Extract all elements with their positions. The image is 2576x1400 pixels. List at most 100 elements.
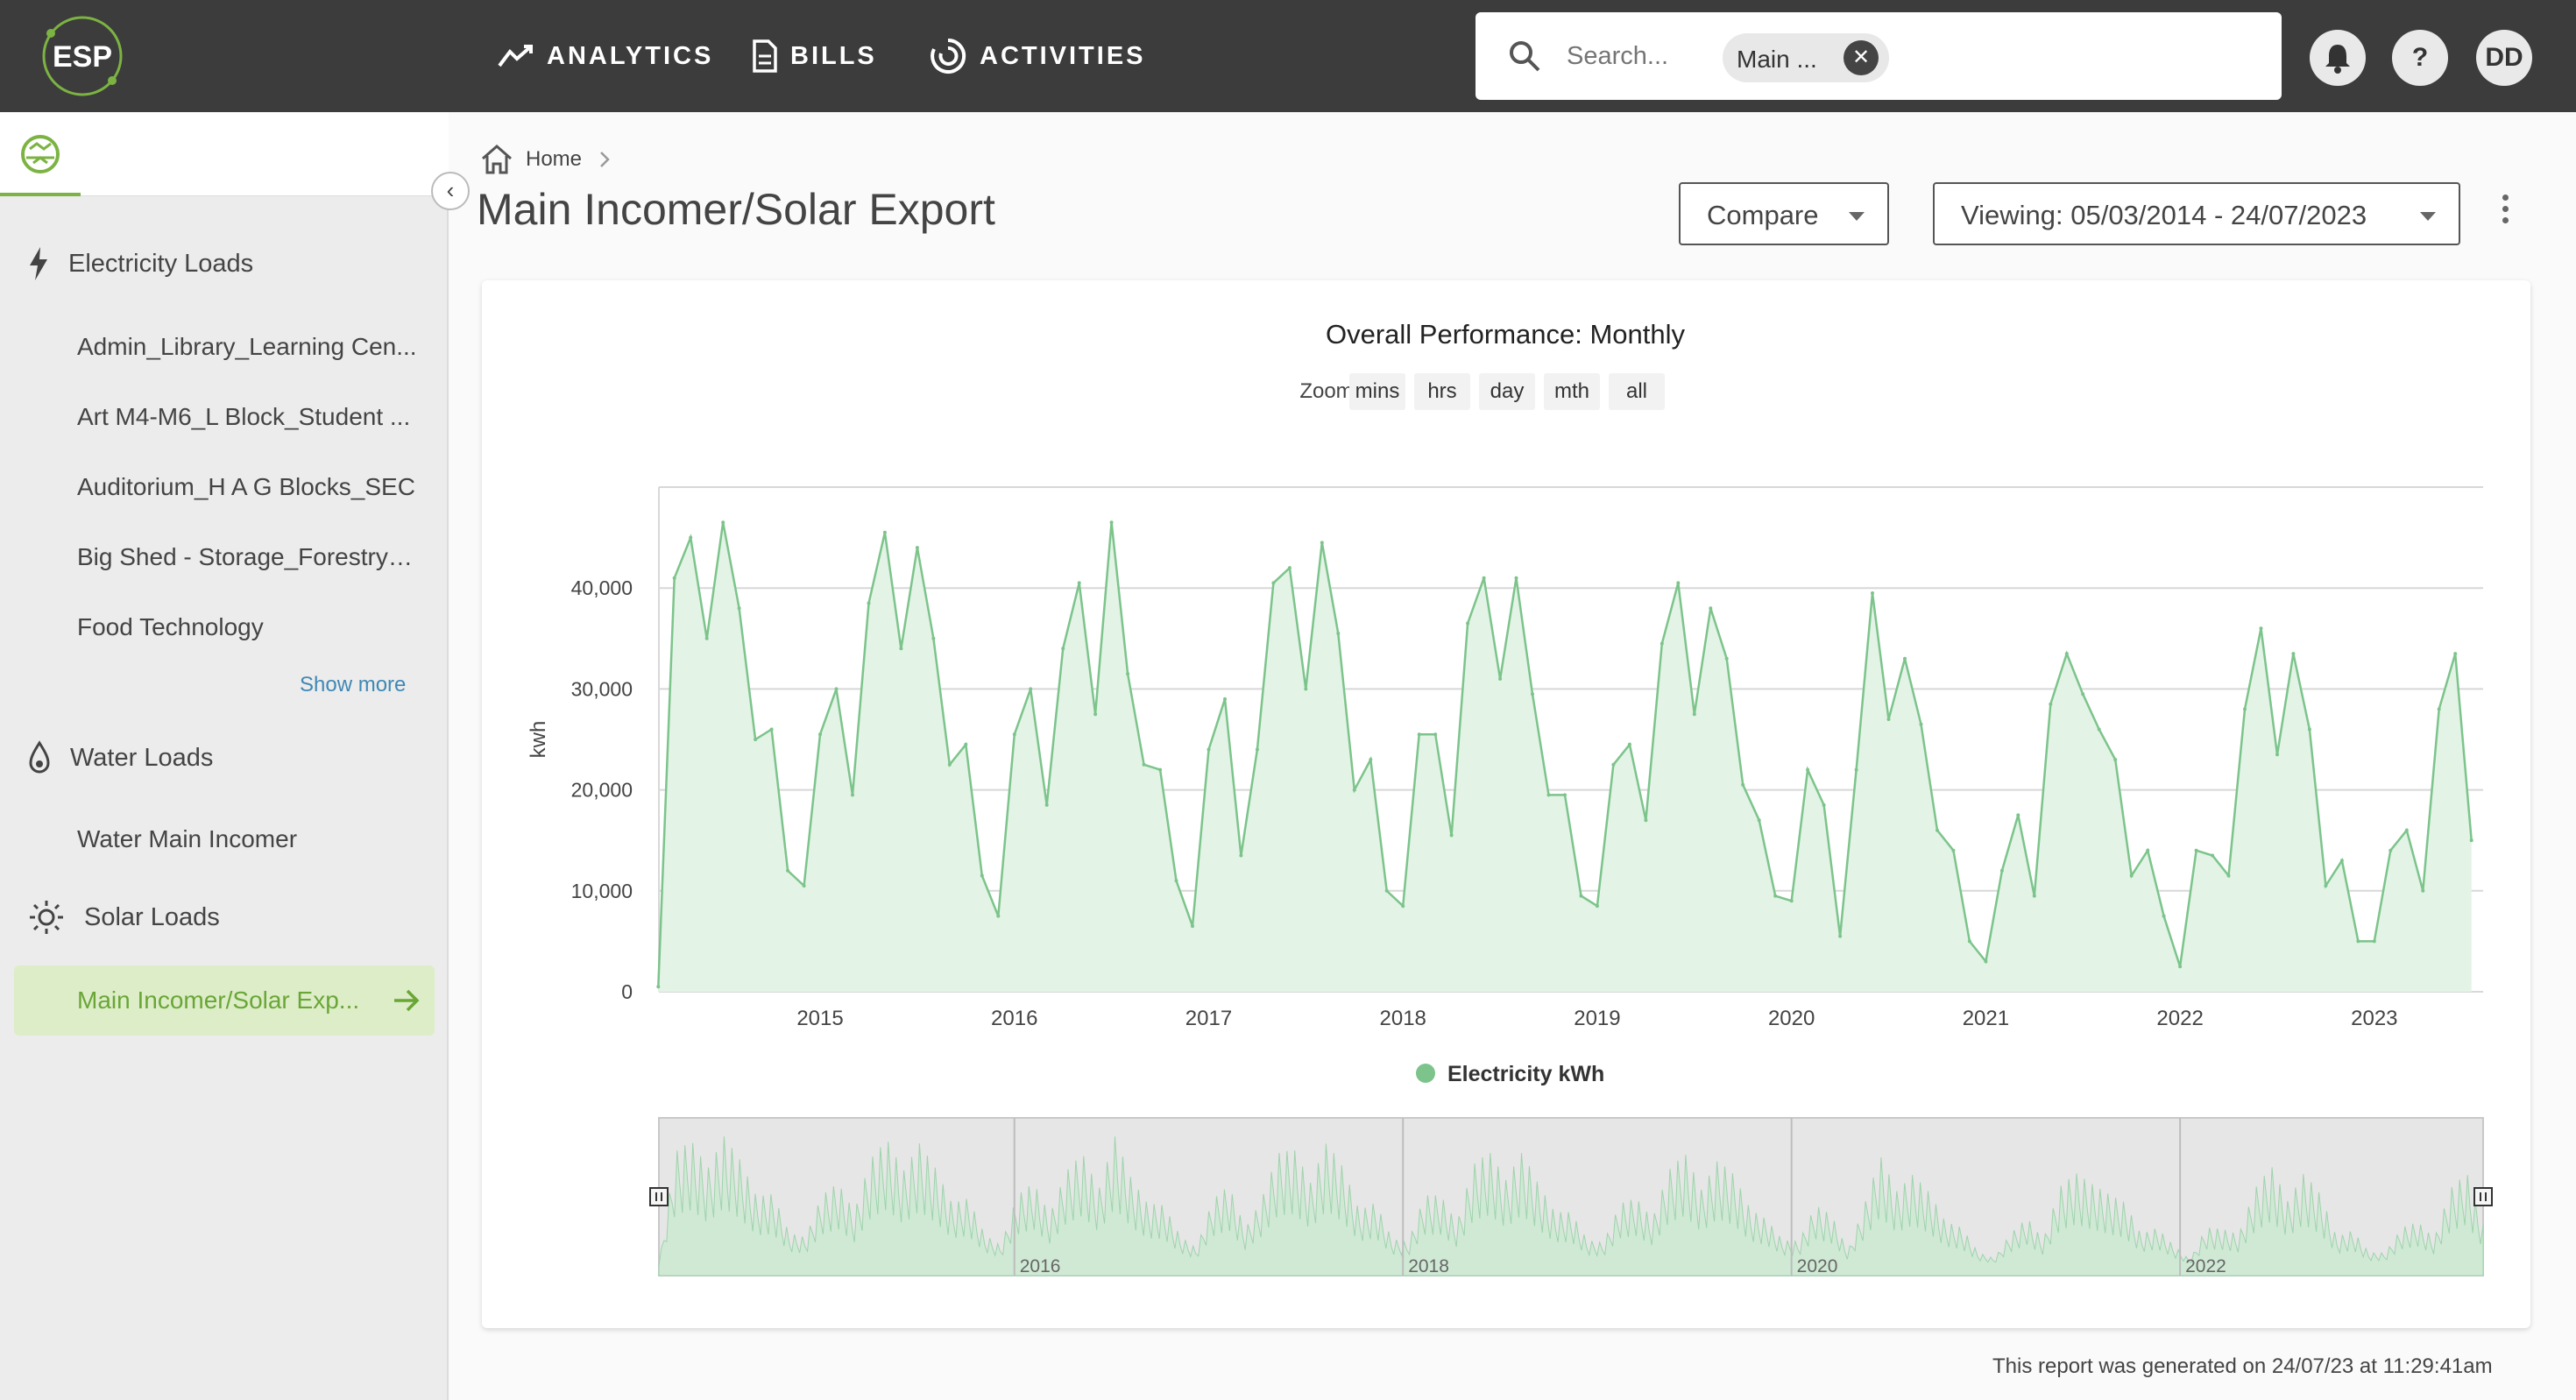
category-electricity[interactable]: Electricity Loads <box>28 242 253 286</box>
data-point <box>1531 692 1534 696</box>
logo-text: ESP <box>53 40 112 74</box>
data-point <box>1239 853 1243 858</box>
search-icon[interactable] <box>1507 39 1542 74</box>
data-point <box>1255 747 1259 752</box>
notifications-button[interactable] <box>2310 30 2366 86</box>
data-point <box>1660 641 1664 646</box>
x-tick-label: 2019 <box>1574 1007 1620 1030</box>
data-point <box>818 732 822 737</box>
data-point <box>1352 788 1356 792</box>
data-point <box>1304 687 1308 691</box>
zoom-option[interactable]: hrs <box>1427 379 1456 403</box>
data-point <box>769 727 774 732</box>
data-point <box>2356 939 2360 944</box>
data-point <box>1951 848 1956 852</box>
zoom-option[interactable]: day <box>1490 379 1525 403</box>
data-point <box>1886 718 1891 721</box>
zoom-option[interactable]: mth <box>1554 379 1589 403</box>
collapse-sidebar-button[interactable]: ‹ <box>431 172 470 210</box>
navigator-label: 2016 <box>1020 1256 1061 1276</box>
data-point <box>2049 702 2053 706</box>
zoom-buttons: mins hrs day mth all <box>1349 373 1665 410</box>
help-button[interactable]: ? <box>2392 30 2448 86</box>
sidebar-item[interactable]: Art M4-M6_L Block_Student ... <box>77 403 419 431</box>
search-filter-chip[interactable]: Main ... ✕ <box>1723 33 1889 82</box>
sidebar-item[interactable]: Food Technology <box>77 613 419 641</box>
legend-label: Electricity kWh <box>1447 1062 1604 1086</box>
navigator-handle[interactable] <box>2473 1187 2493 1206</box>
chart-title: Overall Performance: Monthly <box>1326 319 1686 350</box>
more-options-icon[interactable] <box>2501 194 2511 230</box>
x-tick-label: 2016 <box>991 1007 1037 1030</box>
sidebar-item-active[interactable]: Main Incomer/Solar Exp... <box>14 965 435 1036</box>
data-point <box>1984 959 1988 964</box>
navigator-handle[interactable] <box>649 1187 669 1206</box>
sidebar: Electricity Loads Admin_Library_Learning… <box>0 112 449 1400</box>
data-point <box>1838 934 1843 938</box>
show-more-link[interactable]: Show more <box>300 673 406 697</box>
data-point <box>2404 828 2409 832</box>
data-point <box>1709 606 1713 611</box>
category-solar[interactable]: Solar Loads <box>28 895 220 939</box>
esp-logo[interactable]: ESP <box>39 12 126 100</box>
sidebar-tab-indicator <box>0 193 81 196</box>
data-point <box>2372 939 2376 944</box>
data-point <box>867 601 871 605</box>
zoom-option[interactable]: mins <box>1355 379 1400 403</box>
navigator-label: 2022 <box>2185 1256 2226 1276</box>
nav-bills[interactable]: BILLS <box>752 0 877 112</box>
top-bar: ESP ANALYTICS BILLS ACTIVITIES Main ... … <box>0 0 2576 112</box>
chart-legend[interactable]: Electricity kWh <box>1416 1062 1604 1086</box>
site-icon[interactable] <box>19 133 61 175</box>
zoom-option[interactable]: all <box>1626 379 1647 403</box>
sidebar-item[interactable]: Auditorium_H A G Blocks_SEC <box>77 473 419 501</box>
chart-navigator[interactable]: 2016 2018 2020 2022 <box>649 1117 2493 1276</box>
category-water[interactable]: Water Loads <box>28 736 213 780</box>
data-point <box>1789 899 1794 903</box>
sidebar-item[interactable]: Admin_Library_Learning Cen... <box>77 333 419 361</box>
home-icon[interactable] <box>480 144 513 175</box>
chart-plot-area <box>656 520 2473 992</box>
data-point <box>2259 626 2263 631</box>
data-point <box>1466 621 1470 626</box>
nav-analytics[interactable]: ANALYTICS <box>498 0 713 112</box>
performance-chart: Overall Performance: Monthly Zoom mins h… <box>527 319 2493 1276</box>
data-point <box>1676 581 1681 585</box>
data-point <box>1158 767 1163 772</box>
data-point <box>1207 747 1211 752</box>
nav-activities[interactable]: ACTIVITIES <box>929 0 1146 112</box>
chevron-right-icon <box>600 152 610 167</box>
sidebar-header <box>0 112 449 196</box>
x-tick-label: 2022 <box>2156 1007 2203 1030</box>
data-point <box>1093 712 1098 717</box>
arrow-right-icon <box>394 989 420 1012</box>
sidebar-item[interactable]: Water Main Incomer <box>77 825 419 853</box>
breadcrumb-home[interactable]: Home <box>526 147 582 172</box>
data-point <box>1077 581 1081 585</box>
y-tick-label: 0 <box>621 980 633 1003</box>
data-point <box>656 985 661 989</box>
date-range-dropdown[interactable]: Viewing: 05/03/2014 - 24/07/2023 <box>1933 182 2460 245</box>
data-point <box>1967 939 1971 944</box>
data-point <box>1191 924 1194 929</box>
x-axis-ticks: 2015 2016 2017 2018 2019 2020 2021 2022 2023 <box>796 1007 2397 1030</box>
data-point <box>704 636 709 640</box>
data-point <box>1514 576 1518 580</box>
close-icon[interactable]: ✕ <box>1844 40 1879 75</box>
search-input[interactable] <box>1567 37 1742 75</box>
chevron-left-icon: ‹ <box>446 177 455 203</box>
sidebar-item[interactable]: Big Shed - Storage_Forestry_... <box>77 543 419 571</box>
data-point <box>1482 576 1486 580</box>
x-tick-label: 2023 <box>2351 1007 2397 1030</box>
data-point <box>899 647 903 651</box>
data-point <box>786 868 790 873</box>
data-point <box>721 520 725 525</box>
data-point <box>834 687 839 691</box>
chevron-down-icon <box>2420 212 2436 221</box>
data-point <box>980 873 984 878</box>
data-point <box>851 793 854 797</box>
data-point <box>2437 707 2441 711</box>
data-point <box>1384 888 1389 893</box>
compare-dropdown[interactable]: Compare <box>1679 182 1889 245</box>
user-avatar[interactable]: DD <box>2476 30 2532 86</box>
